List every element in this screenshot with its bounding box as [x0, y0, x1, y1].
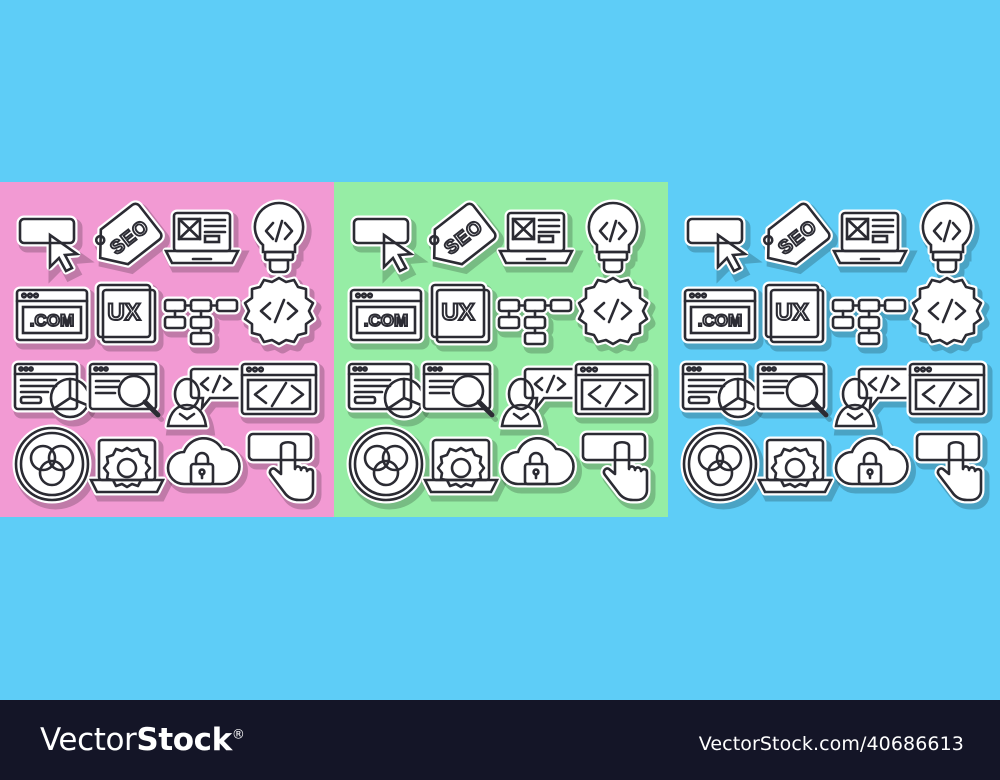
seo-tag-icon[interactable]: SEO SEO SEO	[419, 195, 504, 279]
button-cursor-icon[interactable]	[678, 195, 763, 284]
gear-code-icon[interactable]	[905, 272, 990, 356]
button-cursor-icon[interactable]	[10, 195, 95, 284]
browser-search-icon[interactable]	[753, 347, 837, 431]
gear-code-icon[interactable]	[571, 272, 656, 356]
button-hand-cursor-icon[interactable]	[237, 422, 322, 510]
developer-code-icon[interactable]	[494, 347, 584, 436]
ux-cards-icon[interactable]: UX UX UX	[753, 272, 837, 356]
laptop-gear-icon[interactable]	[419, 422, 509, 506]
svg-text:.COM: .COM	[364, 311, 408, 330]
browser-dotcom-icon[interactable]: .COM .COM .COM	[10, 272, 96, 356]
svg-text:UX: UX	[441, 299, 474, 326]
laptop-wireframe-icon[interactable]	[494, 195, 584, 279]
color-circles-icon[interactable]	[678, 422, 765, 510]
svg-text:.COM: .COM	[698, 311, 742, 330]
icon-halo	[162, 209, 242, 267]
developer-code-icon[interactable]	[828, 347, 918, 436]
lightbulb-code-icon[interactable]	[905, 195, 989, 282]
color-circles-icon[interactable]	[10, 422, 97, 510]
browser-search-icon[interactable]	[85, 347, 169, 431]
button-cursor-icon[interactable]	[344, 195, 429, 284]
laptop-gear-icon[interactable]	[85, 422, 175, 506]
sitemap-icon[interactable]	[828, 272, 914, 356]
icon-halo	[830, 209, 910, 267]
browser-dotcom-icon[interactable]: .COM .COM .COM	[678, 272, 764, 356]
laptop-wireframe-icon[interactable]	[160, 195, 250, 279]
browser-code-icon[interactable]	[905, 347, 993, 431]
illustration-canvas: SEO SEO SEO	[0, 0, 1000, 780]
gear-code-icon[interactable]	[237, 272, 322, 356]
laptop-wireframe-icon[interactable]	[828, 195, 918, 279]
logo-registered-mark: ®	[231, 727, 245, 743]
browser-code-icon[interactable]	[571, 347, 659, 431]
svg-text:UX: UX	[107, 299, 140, 326]
developer-code-icon[interactable]	[160, 347, 250, 436]
button-hand-cursor-icon[interactable]	[905, 422, 990, 510]
browser-search-icon[interactable]	[419, 347, 503, 431]
color-circles-icon[interactable]	[344, 422, 431, 510]
vectorstock-url: VectorStock.com/40686613	[698, 733, 964, 755]
icon-halo	[832, 434, 911, 488]
cloud-lock-icon[interactable]	[494, 422, 582, 506]
svg-text:UX: UX	[775, 299, 808, 326]
browser-analytics-icon[interactable]	[678, 347, 766, 431]
button-hand-cursor-icon[interactable]	[571, 422, 656, 510]
ux-cards-icon[interactable]: UX UX UX	[85, 272, 169, 356]
laptop-gear-icon[interactable]	[753, 422, 843, 506]
svg-text:.COM: .COM	[30, 311, 74, 330]
icon-halo	[498, 434, 577, 488]
cloud-lock-icon[interactable]	[160, 422, 248, 506]
lightbulb-code-icon[interactable]	[237, 195, 321, 282]
cloud-lock-icon[interactable]	[828, 422, 916, 506]
logo-stock-text: Stock	[136, 722, 232, 758]
ux-cards-icon[interactable]: UX UX UX	[419, 272, 503, 356]
sitemap-icon[interactable]	[160, 272, 246, 356]
icon-halo	[164, 434, 243, 488]
sitemap-icon[interactable]	[494, 272, 580, 356]
lightbulb-code-icon[interactable]	[571, 195, 655, 282]
browser-dotcom-icon[interactable]: .COM .COM .COM	[344, 272, 430, 356]
seo-tag-icon[interactable]: SEO SEO SEO	[753, 195, 838, 279]
vectorstock-logo: VectorStock®	[40, 722, 245, 758]
browser-analytics-icon[interactable]	[10, 347, 98, 431]
icon-halo	[496, 209, 576, 267]
seo-tag-icon[interactable]: SEO SEO SEO	[85, 195, 170, 279]
browser-code-icon[interactable]	[237, 347, 325, 431]
browser-analytics-icon[interactable]	[344, 347, 432, 431]
logo-vector-text: Vector	[40, 722, 137, 758]
